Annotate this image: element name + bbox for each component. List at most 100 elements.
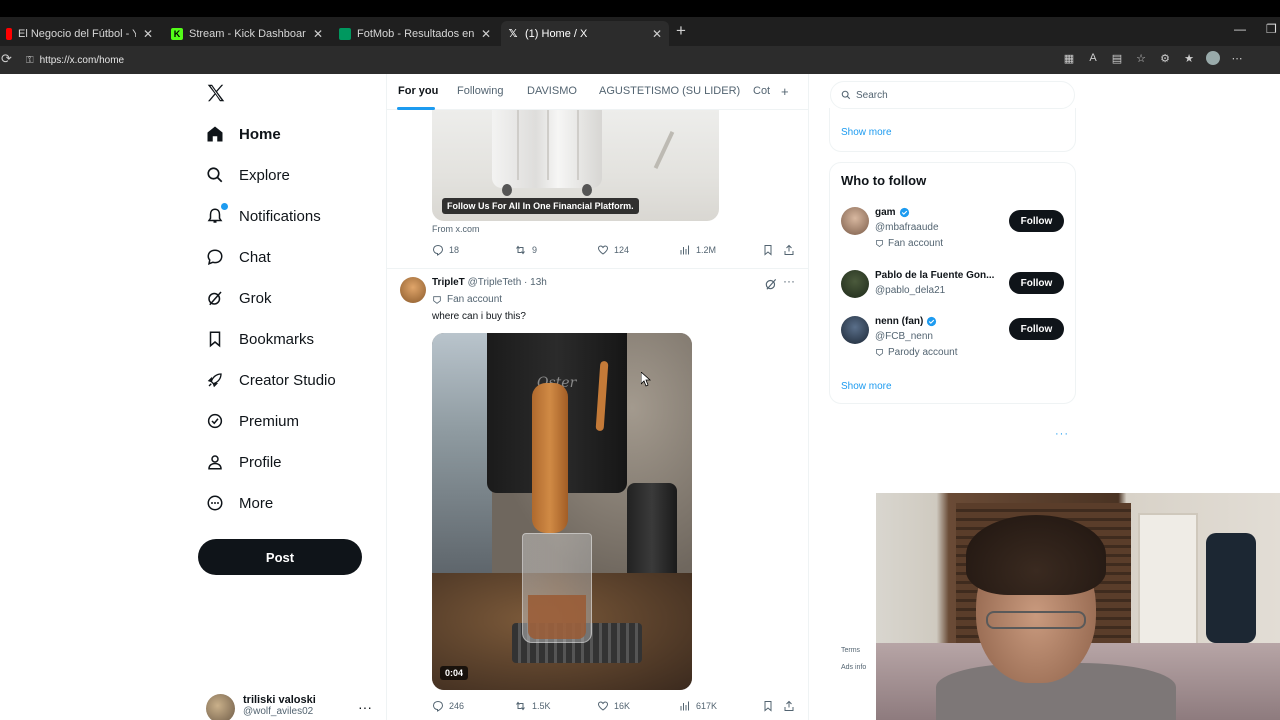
more-circle-icon xyxy=(205,493,225,513)
tweet-time[interactable]: · 13h xyxy=(524,277,547,288)
reply-button[interactable]: 18 xyxy=(432,244,459,256)
chat-icon xyxy=(205,247,225,267)
tweet-video[interactable]: Oster 0:04 xyxy=(432,333,692,690)
site-info-icon[interactable]: ⚿ xyxy=(26,55,34,66)
nav-premium[interactable]: Premium xyxy=(205,406,299,436)
reader-icon[interactable]: ▤ xyxy=(1110,51,1124,65)
verified-badge-icon xyxy=(927,316,937,327)
follow-suggestion[interactable]: gam @mbafraaude Fan account Follow xyxy=(841,207,1066,251)
browser-tab-kick[interactable]: K Stream - Kick Dashboard ✕ xyxy=(165,21,330,46)
tab-agustetismo[interactable]: AGUSTETISMO (SU LIDER) xyxy=(599,85,740,97)
reply-button[interactable]: 246 xyxy=(432,700,464,712)
follow-suggestion[interactable]: Pablo de la Fuente Gon... @pablo_dela21 … xyxy=(841,270,1066,314)
show-more-link[interactable]: Show more xyxy=(841,127,892,138)
browser-tab-fotmob[interactable]: FotMob - Resultados en vivo de fútbol ✕ xyxy=(333,21,498,46)
account-label: Fan account xyxy=(432,294,502,305)
like-button[interactable]: 16K xyxy=(597,700,630,712)
views-button[interactable]: 1.2M xyxy=(679,244,716,256)
nav-home[interactable]: Home xyxy=(205,119,281,149)
url-field[interactable]: ⚿ https://x.com/home xyxy=(18,49,1058,71)
account-more-icon[interactable]: ··· xyxy=(358,699,372,715)
avatar[interactable] xyxy=(841,207,869,235)
author-name[interactable]: TripleT xyxy=(432,277,465,288)
close-tab-icon[interactable]: ✕ xyxy=(651,27,663,41)
avatar[interactable] xyxy=(841,316,869,344)
avatar[interactable] xyxy=(400,277,426,303)
repost-count: 9 xyxy=(532,245,538,255)
close-tab-icon[interactable]: ✕ xyxy=(312,27,324,41)
tab-cot[interactable]: Cot xyxy=(753,85,770,97)
ads-info-link[interactable]: Ads info xyxy=(841,664,866,671)
close-tab-icon[interactable]: ✕ xyxy=(142,27,154,41)
search-input[interactable]: Search xyxy=(830,81,1075,109)
follow-suggestion[interactable]: nenn (fan) @FCB_nenn Parody account Foll… xyxy=(841,316,1066,360)
search-placeholder: Search xyxy=(856,89,888,101)
repost-button[interactable]: 9 xyxy=(514,244,537,256)
follow-button[interactable]: Follow xyxy=(1009,318,1064,340)
follow-button[interactable]: Follow xyxy=(1009,272,1064,294)
reply-icon xyxy=(432,244,444,256)
author-handle[interactable]: @TripleTeth xyxy=(468,277,522,288)
notification-badge xyxy=(220,202,229,211)
nav-label: Chat xyxy=(239,248,271,266)
suggestion-name[interactable]: gam xyxy=(875,207,1005,218)
tweet-actions: 246 1.5K 16K 617K xyxy=(432,700,798,714)
share-button[interactable] xyxy=(783,244,800,256)
nav-more[interactable]: More xyxy=(205,488,273,518)
close-tab-icon[interactable]: ✕ xyxy=(480,27,492,41)
card-source[interactable]: From x.com xyxy=(432,224,480,234)
translate-icon[interactable]: A xyxy=(1086,51,1100,65)
tweet-media-image[interactable]: Follow Us For All In One Financial Platf… xyxy=(432,110,719,221)
nav-grok[interactable]: Grok xyxy=(205,283,272,313)
nav-label: Notifications xyxy=(239,207,321,225)
browser-tab-x-home[interactable]: 𝕏 (1) Home / X ✕ xyxy=(501,21,669,46)
tab-for-you[interactable]: For you xyxy=(398,85,438,97)
nav-notifications[interactable]: Notifications xyxy=(205,201,321,231)
nav-chat[interactable]: Chat xyxy=(205,242,271,272)
suggestion-name[interactable]: nenn (fan) xyxy=(875,316,1005,327)
mouse-cursor-icon xyxy=(641,372,651,387)
show-more-link[interactable]: Show more xyxy=(841,381,892,392)
tweet-more-icon[interactable]: ··· xyxy=(783,274,795,288)
feed-tabs: For you Following DAVISMO AGUSTETISMO (S… xyxy=(387,74,808,110)
nav-profile[interactable]: Profile xyxy=(205,447,282,477)
terms-link[interactable]: Terms xyxy=(841,647,860,654)
avatar[interactable] xyxy=(841,270,869,298)
grok-explain-icon[interactable] xyxy=(764,277,778,291)
bookmark-icon xyxy=(764,701,772,712)
person-icon xyxy=(205,452,225,472)
favorites-icon[interactable]: ★ xyxy=(1182,51,1196,65)
browser-tabstrip: El Negocio del Fútbol - YouTube ✕ K Stre… xyxy=(0,17,1280,46)
x-logo-icon[interactable] xyxy=(205,82,227,104)
minimize-icon[interactable]: — xyxy=(1234,22,1246,36)
reload-icon[interactable]: ⟳ xyxy=(1,51,12,67)
settings-more-icon[interactable]: ⋯ xyxy=(1230,51,1244,65)
nav-bookmarks[interactable]: Bookmarks xyxy=(205,324,314,354)
repost-button[interactable]: 1.5K xyxy=(514,700,551,712)
share-button[interactable] xyxy=(783,700,800,712)
tab-davismo[interactable]: DAVISMO xyxy=(527,85,577,97)
suggestion-name[interactable]: Pablo de la Fuente Gon... xyxy=(875,270,1005,281)
add-list-icon[interactable]: + xyxy=(781,84,789,99)
share-icon xyxy=(784,244,794,255)
avatar xyxy=(206,694,235,720)
views-button[interactable]: 617K xyxy=(679,700,717,712)
new-tab-icon[interactable]: + xyxy=(676,21,686,41)
bookmark-button[interactable] xyxy=(762,700,779,712)
browser-tab-youtube[interactable]: El Negocio del Fútbol - YouTube ✕ xyxy=(0,21,160,46)
bookmark-button[interactable] xyxy=(762,244,779,256)
follow-button[interactable]: Follow xyxy=(1009,210,1064,232)
extensions-icon[interactable]: ⚙ xyxy=(1158,51,1172,65)
tab-following[interactable]: Following xyxy=(457,85,503,97)
favorite-star-icon[interactable]: ☆ xyxy=(1134,51,1148,65)
apps-icon[interactable]: ▦ xyxy=(1062,51,1076,65)
nav-creator-studio[interactable]: Creator Studio xyxy=(205,365,336,395)
account-name: triliski valoski xyxy=(243,694,316,706)
nav-explore[interactable]: Explore xyxy=(205,160,290,190)
profile-avatar-icon[interactable] xyxy=(1206,51,1220,65)
account-switcher[interactable]: triliski valoski @wolf_aviles02 xyxy=(206,694,316,720)
like-count: 16K xyxy=(614,701,631,711)
maximize-icon[interactable]: ❐ xyxy=(1266,22,1277,36)
like-button[interactable]: 124 xyxy=(597,244,629,256)
post-button[interactable]: Post xyxy=(198,539,362,575)
